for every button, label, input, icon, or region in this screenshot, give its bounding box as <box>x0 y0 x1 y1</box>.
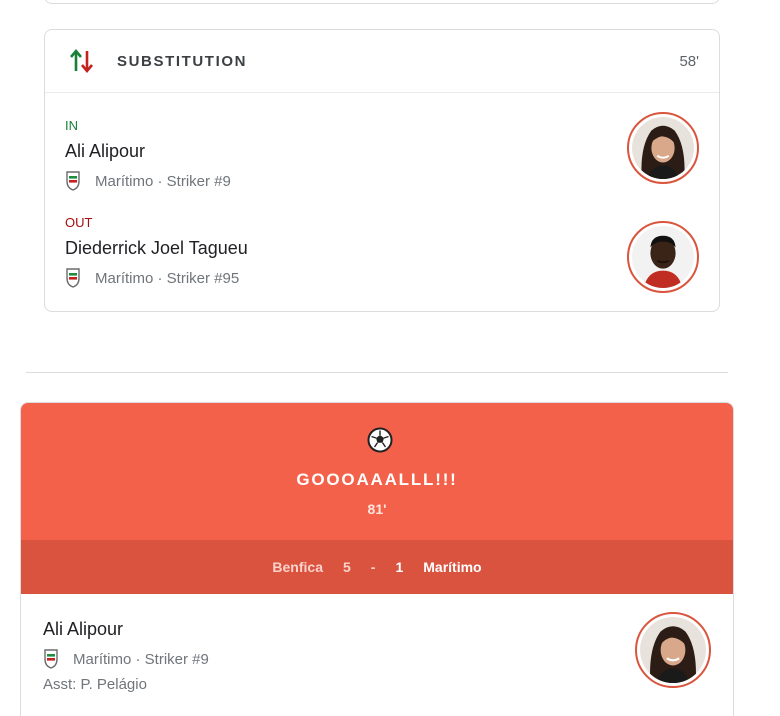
goal-card: GOOOAAALLL!!! 81' Benfica 5 - 1 Marítimo… <box>20 402 734 716</box>
goal-scorer[interactable]: Ali Alipour Marítimo · Striker #9 Asst: … <box>43 619 209 693</box>
player-in-name: Ali Alipour <box>65 141 146 161</box>
player-out-name: Diederrick Joel Tagueu <box>65 238 248 258</box>
goal-headline: GOOOAAALLL!!! <box>296 470 458 489</box>
player-in-meta: Marítimo · Striker #9 <box>65 171 231 191</box>
home-team-name: Benfica <box>272 559 323 575</box>
score-bar: Benfica 5 - 1 Marítimo <box>21 540 733 594</box>
player-in-club-position: Marítimo · Striker #9 <box>95 172 231 190</box>
player-out-photo <box>632 226 694 288</box>
player-out[interactable]: OUT Diederrick Joel Tagueu Marítimo · St… <box>65 215 248 288</box>
scorer-club-position: Marítimo · Striker #9 <box>73 650 209 668</box>
substitution-header: SUBSTITUTION 58' <box>45 30 719 93</box>
player-out-meta: Marítimo · Striker #95 <box>65 268 248 288</box>
maritimo-crest-icon <box>66 171 80 191</box>
section-divider <box>26 372 728 373</box>
player-out-club-position: Marítimo · Striker #95 <box>95 269 240 287</box>
soccer-ball-icon <box>367 427 393 453</box>
away-team-name: Marítimo <box>423 559 482 575</box>
player-out-avatar[interactable] <box>627 221 699 293</box>
away-score: 1 <box>395 559 404 575</box>
score-separator: - <box>370 559 376 575</box>
goal-minute: 81' <box>367 501 387 517</box>
maritimo-crest-icon <box>44 649 58 669</box>
player-out-label: OUT <box>65 215 93 230</box>
player-in-label: IN <box>65 118 78 133</box>
assist-text: Asst: P. Pelágio <box>43 676 147 693</box>
substitution-card: SUBSTITUTION 58' IN Ali Alipour Marítimo… <box>44 29 720 312</box>
substitution-title: SUBSTITUTION <box>117 52 248 70</box>
maritimo-crest-icon <box>66 268 80 288</box>
player-in-avatar[interactable] <box>627 112 699 184</box>
scorer-meta: Marítimo · Striker #9 <box>43 649 209 669</box>
scorer-avatar[interactable] <box>635 612 711 688</box>
scorer-name: Ali Alipour <box>43 619 124 639</box>
player-in-photo <box>632 117 694 179</box>
swap-arrows-icon <box>70 48 93 74</box>
substitution-minute: 58' <box>679 52 699 70</box>
player-in[interactable]: IN Ali Alipour Marítimo · Striker #9 <box>65 118 231 191</box>
home-score: 5 <box>342 559 351 575</box>
previous-card <box>44 0 720 4</box>
scorer-photo <box>640 617 706 683</box>
goal-banner: GOOOAAALLL!!! 81' <box>21 403 733 540</box>
